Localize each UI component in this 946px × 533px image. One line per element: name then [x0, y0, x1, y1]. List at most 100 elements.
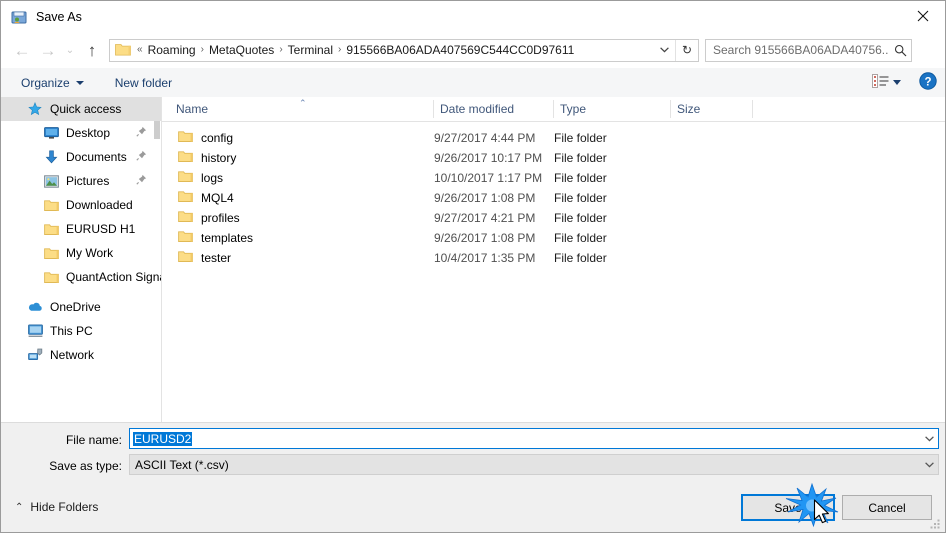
window-title: Save As: [36, 9, 82, 24]
back-button[interactable]: ←: [9, 36, 35, 64]
search-input[interactable]: Search 915566BA06ADA40756...: [705, 38, 912, 62]
folder-icon: [43, 197, 59, 213]
save-as-type-dropdown-button[interactable]: [920, 455, 938, 474]
file-type-cell: File folder: [554, 251, 607, 265]
refresh-button[interactable]: ↻: [675, 39, 698, 61]
save-as-type-select[interactable]: ASCII Text (*.csv): [129, 454, 939, 475]
toolbar-right-group: ?: [872, 68, 937, 97]
sidebar-item-pictures[interactable]: Pictures: [1, 169, 161, 193]
pin-icon[interactable]: [136, 126, 147, 140]
pin-icon[interactable]: [136, 174, 147, 188]
sidebar-item-my-work[interactable]: My Work: [1, 241, 161, 265]
column-divider[interactable]: [670, 100, 671, 118]
recent-locations-button[interactable]: ⌄: [61, 36, 79, 64]
file-name-label: File name:: [65, 433, 122, 447]
table-row[interactable]: templates 9/26/2017 1:08 PM File folder: [162, 228, 945, 248]
pictures-icon: [43, 173, 59, 189]
breadcrumb-separator-icon: ›: [338, 44, 342, 55]
cancel-button[interactable]: Cancel: [842, 495, 932, 520]
sidebar-item-network[interactable]: Network: [1, 343, 161, 367]
breadcrumb-item-terminal[interactable]: Terminal: [285, 43, 336, 57]
save-button[interactable]: Save: [741, 494, 835, 521]
sidebar-item-quantaction-signal[interactable]: QuantAction Signal: [1, 265, 161, 289]
breadcrumb-item-metaquotes[interactable]: MetaQuotes: [206, 43, 277, 57]
folder-icon: [178, 130, 193, 146]
save-button-label: Save: [774, 500, 802, 515]
sidebar-item-label: OneDrive: [50, 300, 101, 314]
up-button[interactable]: ↑: [79, 36, 105, 64]
column-header-date-label: Date modified: [440, 102, 515, 116]
organize-label: Organize: [21, 75, 70, 90]
file-name-cell: history: [178, 148, 236, 168]
sidebar-item-onedrive[interactable]: OneDrive: [1, 295, 161, 319]
column-divider[interactable]: [752, 100, 753, 118]
table-row[interactable]: tester 10/4/2017 1:35 PM File folder: [162, 248, 945, 268]
sidebar-item-label: EURUSD H1: [66, 222, 136, 236]
column-header-name-label: Name: [176, 102, 209, 116]
sidebar-item-documents[interactable]: Documents: [1, 145, 161, 169]
sidebar-item-quick-access[interactable]: Quick access: [1, 97, 161, 121]
sidebar-item-desktop[interactable]: Desktop: [1, 121, 161, 145]
file-name-cell: tester: [178, 248, 231, 268]
column-header-size[interactable]: Size: [677, 97, 700, 121]
save-as-type-value: ASCII Text (*.csv): [135, 457, 229, 472]
file-name-label: profiles: [201, 211, 240, 225]
chevron-up-icon: ⌃: [15, 501, 24, 513]
file-name-dropdown-button[interactable]: [920, 429, 938, 448]
address-dropdown-button[interactable]: [653, 40, 675, 61]
file-name-label: tester: [201, 251, 232, 265]
chevron-down-icon: [75, 80, 84, 85]
hide-folders-button[interactable]: ⌃ Hide Folders: [15, 500, 98, 514]
new-folder-label: New folder: [114, 75, 173, 90]
organize-button[interactable]: Organize: [14, 72, 91, 94]
sidebar-item-this-pc[interactable]: This PC: [1, 319, 161, 343]
file-type-cell: File folder: [554, 131, 607, 145]
file-date-cell: 9/26/2017 1:08 PM: [434, 191, 536, 205]
chevron-down-icon: [659, 47, 669, 53]
file-type-cell: File folder: [554, 211, 607, 225]
file-type-cell: File folder: [554, 191, 607, 205]
forward-button[interactable]: →: [35, 36, 61, 64]
column-header-date-modified[interactable]: Date modified: [440, 97, 514, 121]
breadcrumb-overflow-icon[interactable]: «: [135, 45, 145, 55]
quick-access-star-icon: [27, 101, 43, 117]
save-as-type-label: Save as type:: [49, 459, 122, 473]
column-header-type[interactable]: Type: [560, 97, 586, 121]
breadcrumb-separator-icon: ›: [200, 44, 204, 55]
sidebar-item-label: Desktop: [66, 126, 111, 140]
column-divider[interactable]: [553, 100, 554, 118]
file-name-input[interactable]: EURUSD2: [129, 428, 939, 449]
this-pc-monitor-icon: [27, 323, 43, 339]
folder-icon: [178, 190, 193, 206]
table-row[interactable]: profiles 9/27/2017 4:21 PM File folder: [162, 208, 945, 228]
folder-icon: [178, 250, 193, 266]
view-layout-icon[interactable]: [872, 74, 889, 91]
column-header-name[interactable]: Name: [176, 97, 208, 121]
documents-down-arrow-icon: [43, 149, 59, 165]
sidebar-item-label: Quick access: [50, 102, 122, 116]
cancel-button-label: Cancel: [868, 500, 906, 515]
chevron-down-icon[interactable]: [893, 80, 901, 85]
file-date-cell: 9/27/2017 4:21 PM: [434, 211, 536, 225]
new-folder-button[interactable]: New folder: [108, 72, 179, 94]
sidebar-item-label: QuantAction Signal: [66, 270, 162, 284]
column-divider[interactable]: [433, 100, 434, 118]
table-row[interactable]: logs 10/10/2017 1:17 PM File folder: [162, 168, 945, 188]
sidebar-item-eurusd-h1[interactable]: EURUSD H1: [1, 217, 161, 241]
sort-ascending-icon: ⌃: [299, 98, 307, 108]
sidebar-item-downloaded[interactable]: Downloaded: [1, 193, 161, 217]
breadcrumb-item-terminal-id[interactable]: 915566BA06ADA407569C544CC0D97611: [343, 43, 577, 57]
address-bar[interactable]: « Roaming › MetaQuotes › Terminal › 9155…: [109, 38, 699, 62]
navigation-bar: ← → ⌄ ↑ « Roaming › MetaQuotes › Termina…: [1, 32, 945, 68]
breadcrumb: « Roaming › MetaQuotes › Terminal › 9155…: [135, 43, 653, 57]
close-button[interactable]: [900, 1, 945, 31]
file-name-cell: config: [178, 128, 233, 148]
breadcrumb-item-roaming[interactable]: Roaming: [145, 43, 199, 57]
folder-icon: [43, 269, 59, 285]
pin-icon[interactable]: [136, 150, 147, 164]
table-row[interactable]: MQL4 9/26/2017 1:08 PM File folder: [162, 188, 945, 208]
table-row[interactable]: config 9/27/2017 4:44 PM File folder: [162, 128, 945, 148]
help-icon[interactable]: ?: [919, 72, 937, 93]
table-row[interactable]: history 9/26/2017 10:17 PM File folder: [162, 148, 945, 168]
folder-icon: [178, 230, 193, 246]
